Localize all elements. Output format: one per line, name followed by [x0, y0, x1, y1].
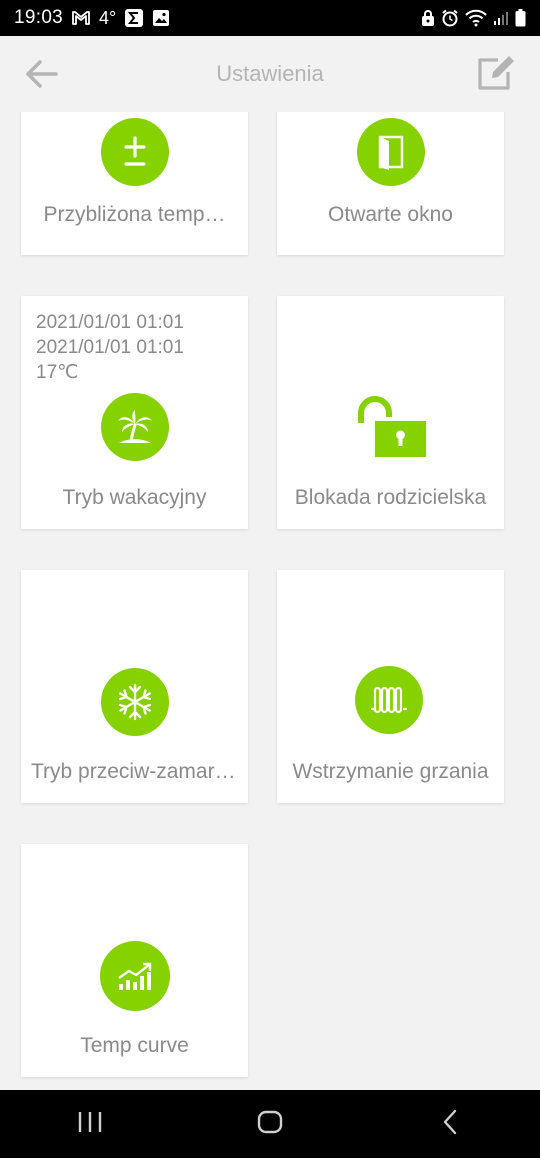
edit-button[interactable]	[476, 54, 516, 92]
plus-minus-icon	[101, 118, 169, 186]
card-temp-curve[interactable]: Temp curve	[21, 844, 248, 1077]
nav-back-button[interactable]	[420, 1104, 480, 1144]
status-bar: 19:03 4°	[0, 0, 540, 36]
gmail-icon	[71, 10, 91, 26]
card-heating-pause[interactable]: Wstrzymanie grzania	[277, 570, 504, 803]
status-time: 19:03	[14, 7, 64, 28]
card-label: Blokada rodzicielska	[294, 486, 487, 509]
card-vacation-mode[interactable]: 2021/01/01 01:01 2021/01/01 01:01 17℃ Tr…	[21, 296, 248, 529]
card-frost-protection[interactable]: Tryb przeciw-zamarzaniu	[21, 570, 248, 803]
wifi-icon	[465, 9, 487, 27]
card-label: Tryb wakacyjny	[62, 486, 207, 509]
image-icon	[152, 9, 170, 27]
recent-apps-icon	[77, 1111, 103, 1138]
home-button[interactable]	[240, 1104, 300, 1144]
vpn-icon	[421, 9, 435, 27]
card-label: Przybliżona temp…	[43, 203, 226, 226]
vacation-details: 2021/01/01 01:01 2021/01/01 01:01 17℃	[36, 310, 184, 385]
card-open-window[interactable]: Otwarte okno	[277, 112, 504, 255]
window-icon	[357, 118, 425, 186]
alarm-icon	[441, 9, 459, 27]
snowflake-icon	[101, 668, 169, 736]
card-label: Temp curve	[80, 1034, 189, 1057]
chart-up-icon	[100, 941, 170, 1011]
radiator-icon	[355, 666, 423, 734]
system-nav-bar	[0, 1090, 540, 1158]
palm-tree-icon	[101, 393, 169, 461]
back-icon	[441, 1109, 459, 1140]
vacation-start: 2021/01/01 01:01	[36, 312, 184, 333]
card-label: Tryb przeciw-zamarzaniu	[31, 760, 248, 783]
vacation-end: 2021/01/01 01:01	[36, 337, 184, 358]
status-temperature: 4°	[99, 7, 117, 28]
sigma-icon	[124, 8, 144, 28]
lock-open-icon	[355, 395, 427, 464]
page-title: Ustawienia	[216, 61, 324, 86]
home-icon	[257, 1110, 283, 1139]
card-parental-lock[interactable]: Blokada rodzicielska	[277, 296, 504, 529]
battery-icon	[515, 9, 526, 27]
recent-apps-button[interactable]	[60, 1104, 120, 1144]
edit-icon	[476, 56, 516, 96]
back-button[interactable]	[24, 58, 60, 90]
arrow-left-icon	[24, 60, 60, 94]
card-approx-temp[interactable]: Przybliżona temp…	[21, 112, 248, 255]
card-label: Wstrzymanie grzania	[292, 760, 489, 783]
vacation-temperature: 17℃	[36, 362, 79, 383]
settings-grid: Przybliżona temp… Otwarte okno 2021/01/0…	[0, 112, 540, 1090]
app-header: Ustawienia	[0, 36, 540, 112]
card-label: Otwarte okno	[328, 203, 453, 226]
signal-icon	[493, 10, 509, 26]
